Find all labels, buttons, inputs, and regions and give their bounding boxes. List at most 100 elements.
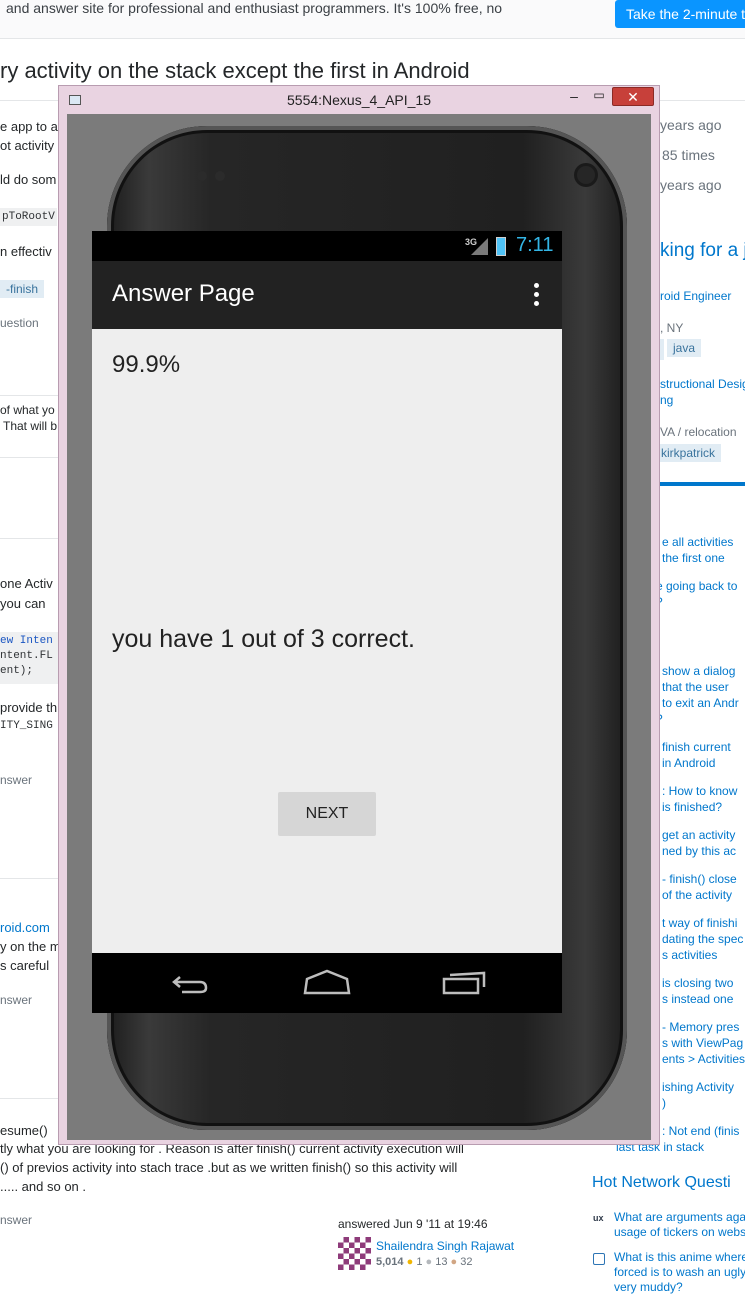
battery-icon (496, 237, 506, 256)
hot-question-link[interactable]: What are arguments aga (614, 1210, 745, 1224)
recents-icon[interactable] (434, 967, 494, 997)
job-tag-java[interactable]: java (667, 339, 702, 357)
nav-bar (92, 953, 562, 1013)
bronze-badge-count: 32 (460, 1256, 473, 1268)
signal-icon (471, 238, 488, 255)
related-link[interactable]: get an activity (662, 828, 735, 842)
avatar[interactable] (338, 1237, 371, 1270)
silver-badge-count: 13 (435, 1256, 448, 1268)
stat-asked: years ago (660, 117, 722, 133)
comment-line: of what yo (0, 403, 55, 417)
top-banner: and answer site for professional and ent… (0, 0, 745, 39)
related-link[interactable]: the first one (662, 551, 725, 565)
action-bar: Answer Page (92, 261, 562, 329)
related-link[interactable]: in Android (662, 756, 715, 770)
related-link[interactable]: : How to know (662, 784, 737, 798)
related-link[interactable]: - Memory pres (662, 1020, 739, 1034)
job-link[interactable]: ng (660, 393, 673, 407)
share-answer-link[interactable]: nswer (0, 1213, 32, 1227)
related-link[interactable]: ) (662, 1096, 666, 1110)
share-answer-link[interactable]: nswer (0, 773, 32, 787)
divider (0, 538, 60, 539)
related-link[interactable]: s with ViewPag (662, 1036, 743, 1050)
inline-code: ITY_SING (0, 720, 53, 732)
hot-question-link[interactable]: forced is to wash an ugly (614, 1265, 745, 1279)
related-link[interactable]: ned by this ac (662, 844, 736, 858)
device-screen[interactable]: 3G 7:11 Answer Page 99.9% you have 1 out… (92, 231, 562, 1013)
home-icon[interactable] (297, 967, 357, 997)
emulator-window[interactable]: 5554:Nexus_4_API_15 – ▭ ✕ 3G 7:11 Answer… (58, 85, 660, 1145)
take-tour-button[interactable]: Take the 2-minute tour (615, 0, 745, 28)
sensor-icon (197, 171, 207, 181)
related-link[interactable]: t way of finishi (662, 916, 737, 930)
divider (0, 395, 60, 396)
close-button[interactable]: ✕ (612, 87, 654, 106)
answer-text-line: ..... and so on . (0, 1179, 86, 1194)
related-link[interactable]: finish current (662, 740, 731, 754)
status-clock: 7:11 (516, 234, 554, 256)
ux-site-icon: ux (593, 1213, 604, 1223)
answer-text-line: one Activ (0, 576, 53, 591)
job-link[interactable]: roid Engineer (660, 289, 731, 303)
job-location: , NY (660, 321, 684, 335)
related-link[interactable]: is closing two (662, 976, 733, 990)
front-camera-icon (577, 166, 595, 184)
answer-text-line: esume() (0, 1123, 48, 1138)
user-reputation: 5,014 ● 1 ● 13 ● 32 (376, 1256, 473, 1268)
answer-text-line: y on the m (0, 939, 61, 954)
gold-badge-icon: ● (406, 1256, 414, 1268)
overflow-menu-icon[interactable] (532, 283, 540, 307)
code-line: ent); (0, 665, 34, 677)
related-link[interactable]: dating the spec (662, 932, 743, 946)
code-snippet: pToRootV (0, 208, 57, 226)
window-titlebar[interactable]: 5554:Nexus_4_API_15 – ▭ ✕ (59, 86, 659, 114)
related-link[interactable]: ents > Activities (662, 1052, 745, 1066)
silver-badge-icon: ● (425, 1256, 433, 1268)
divider (658, 482, 745, 486)
job-link[interactable]: structional Desig (660, 377, 745, 391)
question-text-line: n effectiv (0, 244, 52, 259)
related-link[interactable]: e going back to (656, 579, 737, 593)
question-text-line: e app to a (0, 119, 58, 134)
related-link[interactable]: s activities (662, 948, 717, 962)
related-link[interactable]: of the activity (662, 888, 732, 902)
question-text-line: ld do som (0, 172, 57, 187)
divider (0, 1098, 60, 1099)
answer-link[interactable]: roid.com (0, 920, 50, 935)
hot-network-title[interactable]: Hot Network Questi (592, 1174, 731, 1192)
score-percent: 99.9% (112, 351, 181, 378)
code-line: ntent.FL (0, 650, 53, 662)
question-text-line: ot activity (0, 138, 55, 153)
code-block: ew Inten ntent.FL ent); (0, 632, 60, 684)
answer-text-line: you can (0, 596, 46, 611)
hot-question-link[interactable]: What is this anime where (614, 1250, 745, 1264)
job-company-tag[interactable]: kirkpatrick (655, 444, 722, 462)
related-link[interactable]: ishing Activity (662, 1080, 734, 1094)
hot-question-link[interactable]: usage of tickers on webs (614, 1225, 745, 1239)
related-link[interactable]: - finish() close (662, 872, 737, 886)
question-title[interactable]: ry activity on the stack except the firs… (0, 58, 470, 84)
minimize-button[interactable]: – (564, 88, 584, 108)
user-name-link[interactable]: Shailendra Singh Rajawat (376, 1239, 514, 1253)
comment-line: That will b (3, 419, 58, 433)
question-link[interactable]: uestion (0, 316, 39, 330)
related-link[interactable]: to exit an Andr (662, 696, 739, 710)
bronze-badge-icon: ● (450, 1256, 458, 1268)
related-link[interactable]: show a dialog (662, 664, 735, 678)
result-text: you have 1 out of 3 correct. (112, 625, 415, 653)
related-link[interactable]: : Not end (finis (662, 1124, 739, 1138)
jobs-header[interactable]: king for a j (660, 240, 745, 262)
divider (0, 878, 60, 879)
anime-site-icon (593, 1253, 605, 1265)
share-answer-link[interactable]: nswer (0, 993, 32, 1007)
related-link[interactable]: is finished? (662, 800, 722, 814)
tag-finish[interactable]: -finish (0, 280, 45, 298)
related-link[interactable]: that the user (662, 680, 729, 694)
next-button[interactable]: NEXT (278, 792, 376, 836)
related-link[interactable]: e all activities (662, 535, 733, 549)
answer-text-line: s careful (0, 958, 50, 973)
related-link[interactable]: s instead one (662, 992, 733, 1006)
back-icon[interactable] (160, 967, 220, 997)
app-title: Answer Page (112, 280, 255, 307)
maximize-button[interactable]: ▭ (589, 88, 609, 108)
